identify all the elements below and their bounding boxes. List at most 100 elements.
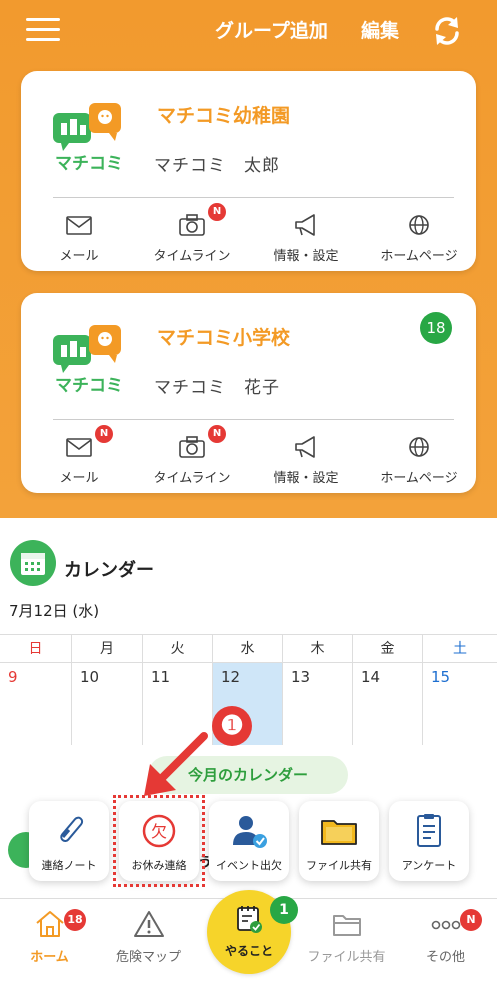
file-share-button[interactable]: ファイル共有 [299, 801, 379, 881]
calendar-day-cell[interactable]: 木 13 [283, 635, 353, 745]
event-attendance-button[interactable]: イベント出欠 [209, 801, 289, 881]
timeline-label: タイムライン [153, 249, 231, 264]
homepage-label: ホームページ [380, 249, 458, 264]
tab-danger-map[interactable]: 危険マップ [99, 899, 198, 987]
weekday-label: 土 [423, 635, 497, 663]
logo-text: マチコミ [55, 376, 123, 395]
day-number: 12 [221, 668, 241, 686]
weekday-label: 月 [72, 635, 142, 663]
clipboard-icon [417, 814, 441, 847]
unread-count-badge: 18 [420, 312, 452, 344]
machicomi-logo: マチコミ [53, 325, 123, 395]
refresh-icon[interactable] [430, 14, 464, 48]
homepage-button[interactable]: ホームページ [363, 431, 475, 491]
tab-home-label: ホーム [30, 950, 69, 965]
warning-icon [134, 911, 164, 937]
child-name: マチコミ 太郎 [154, 156, 280, 176]
day-number: 13 [291, 668, 311, 686]
info-settings-label: 情報・設定 [273, 471, 339, 486]
day-number: 9 [8, 668, 18, 686]
timeline-button[interactable]: N タイムライン [136, 425, 248, 491]
camera-icon [179, 214, 205, 236]
mail-button[interactable]: N メール [23, 425, 135, 491]
calendar-day-cell[interactable]: 金 14 [353, 635, 423, 745]
tab-file-share-label: ファイル共有 [307, 950, 386, 965]
divider [53, 197, 454, 198]
tab-other-label: その他 [425, 950, 465, 965]
tab-file-share[interactable]: ファイル共有 [297, 899, 396, 987]
day-number: 10 [80, 668, 100, 686]
weekday-label: 木 [283, 635, 352, 663]
child-name: マチコミ 花子 [154, 378, 280, 398]
folder-icon [333, 915, 361, 936]
tab-other[interactable]: N その他 [396, 899, 497, 987]
highlight-box [113, 795, 205, 887]
mail-icon [66, 216, 92, 235]
top-bar: グループ追加 編集 [0, 0, 497, 62]
day-number: 14 [361, 668, 381, 686]
menu-icon[interactable] [26, 18, 60, 42]
mail-new-badge: N [95, 425, 113, 443]
home-badge: 18 [64, 909, 86, 931]
tab-home[interactable]: 18 ホーム [0, 899, 99, 987]
contact-note-button[interactable]: 連絡ノート [29, 801, 109, 881]
info-settings-button[interactable]: 情報・設定 [250, 431, 362, 491]
day-number: 15 [431, 668, 451, 686]
group-card-kindergarten[interactable]: マチコミ マチコミ幼稚園 マチコミ 太郎 メール N タイムライン 情報・設定 … [21, 71, 476, 271]
calendar-day-cell[interactable]: 火 11 [143, 635, 213, 745]
todo-label: やること [224, 944, 273, 958]
edit-button[interactable]: 編集 [361, 16, 399, 43]
school-name: マチコミ小学校 [157, 327, 291, 349]
camera-icon [179, 436, 205, 458]
user-check-icon [233, 816, 267, 848]
timeline-new-badge: N [208, 425, 226, 443]
other-new-badge: N [460, 909, 482, 931]
machicomi-logo: マチコミ [53, 103, 123, 173]
todo-notepad-icon [237, 906, 262, 933]
mail-icon [66, 438, 92, 457]
event-attendance-label: イベント出欠 [216, 859, 282, 872]
weekday-label: 火 [143, 635, 212, 663]
calendar-day-cell[interactable]: 日 9 [0, 635, 72, 745]
globe-icon [409, 215, 429, 235]
mail-label: メール [59, 249, 99, 264]
mail-button[interactable]: メール [23, 209, 135, 269]
home-header-area: グループ追加 編集 マチコミ マチコミ幼稚園 マチコミ 太郎 メール N タイム… [0, 0, 497, 518]
megaphone-icon [295, 436, 315, 458]
globe-icon [409, 437, 429, 457]
timeline-label: タイムライン [153, 471, 231, 486]
tab-danger-map-label: 危険マップ [115, 950, 181, 965]
school-name: マチコミ幼稚園 [157, 105, 291, 127]
group-actions: N メール N タイムライン 情報・設定 ホームページ [21, 425, 476, 491]
survey-label: アンケート [401, 859, 457, 872]
logo-text: マチコミ [55, 154, 123, 173]
todo-count-badge: 1 [270, 896, 298, 924]
calendar-icon [10, 540, 56, 586]
group-actions: メール N タイムライン 情報・設定 ホームページ [21, 203, 476, 269]
mail-label: メール [59, 471, 99, 486]
step-number-badge: ❶ [212, 706, 252, 746]
day-number: 11 [151, 668, 171, 686]
survey-button[interactable]: アンケート [389, 801, 469, 881]
homepage-label: ホームページ [380, 471, 458, 486]
calendar-day-cell[interactable]: 月 10 [72, 635, 143, 745]
add-group-button[interactable]: グループ追加 [215, 16, 328, 43]
calendar-title: カレンダー [64, 560, 154, 581]
info-settings-button[interactable]: 情報・設定 [250, 209, 362, 269]
group-card-elementary[interactable]: マチコミ マチコミ小学校 マチコミ 花子 18 N メール N タイムライン 情… [21, 293, 476, 493]
timeline-button[interactable]: N タイムライン [136, 203, 248, 269]
megaphone-icon [295, 214, 315, 236]
info-settings-label: 情報・設定 [273, 249, 339, 264]
pointer-arrow-icon [144, 732, 208, 796]
contact-note-label: 連絡ノート [41, 859, 97, 872]
thermometer-icon [60, 816, 84, 843]
more-dots-icon [431, 920, 461, 930]
file-share-label: ファイル共有 [306, 859, 372, 872]
calendar-day-cell[interactable]: 土 15 [423, 635, 497, 745]
timeline-new-badge: N [208, 203, 226, 221]
weekday-label: 水 [213, 635, 282, 663]
divider [53, 419, 454, 420]
homepage-button[interactable]: ホームページ [363, 209, 475, 269]
weekday-label: 金 [353, 635, 422, 663]
weekday-label: 日 [0, 635, 71, 663]
